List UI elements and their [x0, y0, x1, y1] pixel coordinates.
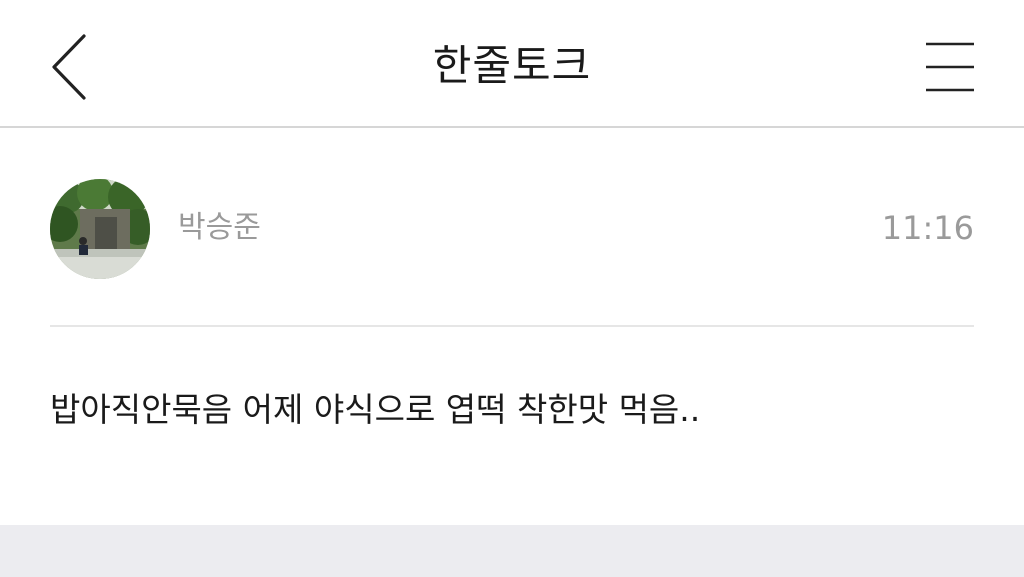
- hamburger-menu-icon: [926, 42, 974, 92]
- avatar[interactable]: [50, 179, 150, 279]
- page-title: 한줄토크: [432, 41, 592, 90]
- chevron-left-icon: [52, 34, 86, 100]
- post-header: 박승준 11:16: [0, 128, 1024, 326]
- post-content: 밥아직안묵음 어제 야식으로 엽떡 착한맛 먹음..: [50, 390, 701, 429]
- app-screen: 한줄토크 박승준 11:16 밥아직안묵음 어제 야식으로 엽떡 착한맛 먹음.…: [0, 0, 1024, 577]
- author-name[interactable]: 박승준: [178, 208, 261, 248]
- post-timestamp: 11:16: [881, 209, 974, 247]
- profile-photo: [50, 179, 150, 279]
- divider: [50, 325, 974, 327]
- back-button[interactable]: [40, 30, 100, 104]
- menu-button[interactable]: [918, 38, 980, 98]
- top-navigation-bar: 한줄토크: [0, 0, 1024, 128]
- section-separator: [0, 525, 1024, 577]
